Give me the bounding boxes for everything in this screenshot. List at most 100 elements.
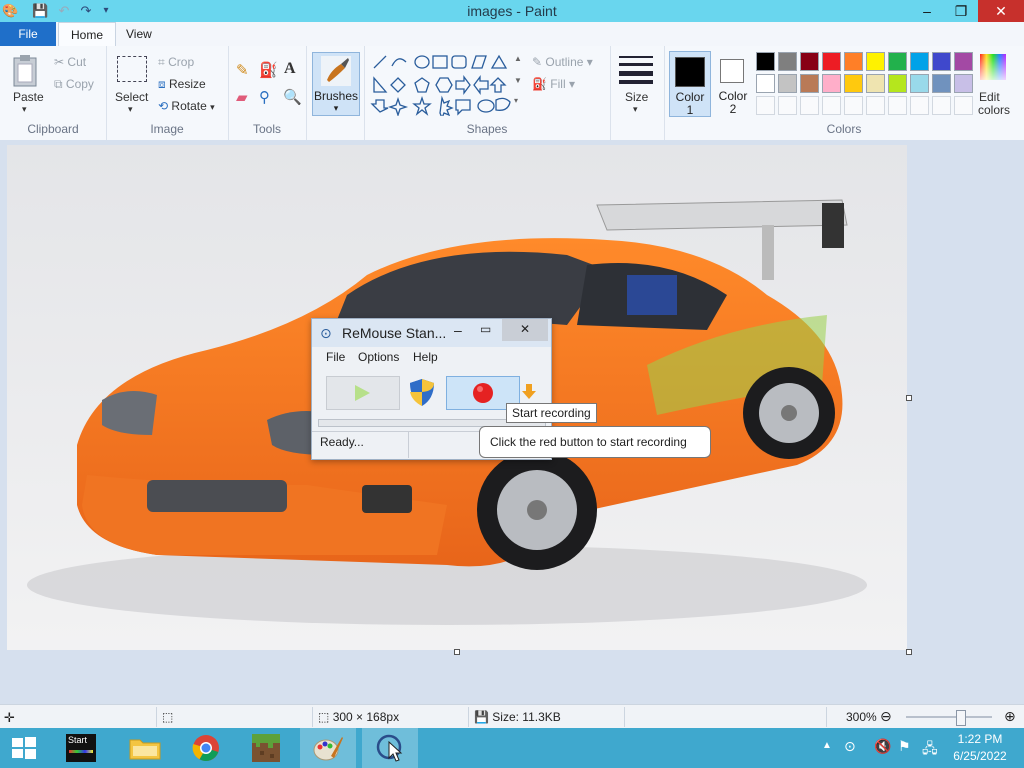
paint-palette-icon [313,737,343,761]
fill-button[interactable]: ⛽ Fill ▾ [532,77,575,91]
remouse-menu-help[interactable]: Help [413,350,438,364]
palette-color-swatch[interactable] [954,52,973,71]
color-picker-icon[interactable]: ⚲ [259,88,270,106]
size-dropdown-icon[interactable]: ▾ [633,104,638,115]
palette-color-swatch[interactable] [932,74,951,93]
fill-bucket-icon[interactable]: ⛽ [259,61,278,79]
zoom-in-button[interactable]: ⊕ [1004,708,1016,725]
taskbar-paint[interactable] [300,728,356,768]
color2-button[interactable]: Color 2 [713,51,753,116]
palette-color-swatch[interactable] [844,74,863,93]
cut-button[interactable]: ✂ Cut [54,55,86,69]
edit-colors-button-line2[interactable]: colors [978,103,1010,117]
tab-view[interactable]: View [114,22,164,46]
palette-empty-swatch[interactable] [800,96,819,115]
palette-empty-swatch[interactable] [910,96,929,115]
palette-empty-swatch[interactable] [954,96,973,115]
restore-button[interactable]: ❐ [944,0,978,22]
zoom-out-button[interactable]: ⊖ [880,708,892,725]
palette-color-swatch[interactable] [756,52,775,71]
show-hidden-icons-button[interactable]: ▲ [822,740,832,751]
close-button[interactable]: ✕ [978,0,1024,22]
paste-dropdown-icon[interactable]: ▾ [22,104,27,115]
shapes-gallery[interactable] [370,54,522,116]
remouse-title-bar[interactable]: ⊙ ReMouse Stan... – ▭ ✕ [312,319,551,347]
palette-color-swatch[interactable] [888,74,907,93]
eraser-icon[interactable]: ▰ [236,88,248,106]
shapes-scroll-down-icon[interactable]: ▼ [514,76,522,85]
palette-empty-swatch[interactable] [756,96,775,115]
palette-color-swatch[interactable] [954,74,973,93]
palette-empty-swatch[interactable] [822,96,841,115]
taskbar-file-explorer[interactable] [118,728,174,768]
palette-color-swatch[interactable] [888,52,907,71]
brushes-button[interactable]: Brushes ▾ [312,52,360,116]
edit-colors-button[interactable]: Edit [979,90,1000,104]
zoom-slider-track[interactable] [906,716,992,718]
palette-color-swatch[interactable] [822,74,841,93]
taskbar-minecraft[interactable] [238,728,294,768]
resize-button[interactable]: ⧈ Resize [158,77,206,92]
rotate-button[interactable]: ⟲ Rotate ▾ [158,99,215,113]
play-button[interactable] [326,376,400,410]
taskbar-chrome[interactable] [178,728,234,768]
shapes-group: ▲ ▼ ▾ ✎ Outline ▾ ⛽ Fill ▾ Shapes [364,46,611,140]
remouse-menu-file[interactable]: File [326,350,345,364]
text-tool-icon[interactable]: A [284,60,296,78]
taskbar-start-tile[interactable]: Start [62,728,118,768]
magnifier-icon[interactable]: 🔍 [283,88,302,106]
canvas-resize-handle-bottom[interactable] [454,649,460,655]
tab-file[interactable]: File [0,22,56,46]
network-icon[interactable]: 🖧 [922,738,938,762]
color1-button[interactable]: Color 1 [669,51,711,117]
copy-button[interactable]: ⧉ Copy [54,77,94,92]
tab-home[interactable]: Home [58,22,117,47]
start-button[interactable] [0,728,48,768]
palette-color-swatch[interactable] [778,52,797,71]
remouse-minimize-button[interactable]: – [454,322,462,338]
palette-color-swatch[interactable] [800,52,819,71]
palette-color-swatch[interactable] [866,74,885,93]
palette-empty-swatch[interactable] [844,96,863,115]
canvas-resize-handle-corner[interactable] [906,649,912,655]
outline-icon: ✎ [532,55,543,69]
select-dropdown-icon[interactable]: ▾ [128,104,133,115]
paste-button[interactable]: Paste [13,90,44,104]
palette-color-swatch[interactable] [910,52,929,71]
taskbar-remouse[interactable] [362,728,418,768]
outline-button[interactable]: ✎ Outline ▾ [532,55,593,69]
zoom-slider-thumb[interactable] [956,710,966,726]
crop-label: Crop [168,55,195,69]
volume-muted-icon[interactable]: 🔇 [874,738,891,755]
size-button[interactable]: Size [625,90,648,104]
disk-icon: 💾 [474,710,489,724]
remouse-tray-icon[interactable]: ⊙ [844,738,856,755]
pencil-icon[interactable]: ✎ [236,61,249,79]
palette-color-swatch[interactable] [932,52,951,71]
crop-button[interactable]: ⌗ Crop [158,55,194,70]
palette-empty-swatch[interactable] [888,96,907,115]
colors-group: Color 1 Color 2 Edit colors Colors [664,46,1024,140]
palette-color-swatch[interactable] [866,52,885,71]
remouse-maximize-button[interactable]: ▭ [480,322,491,336]
shapes-scroll-up-icon[interactable]: ▲ [514,54,522,63]
canvas-resize-handle-right[interactable] [906,395,912,401]
uac-shield-button[interactable] [405,376,439,408]
palette-empty-swatch[interactable] [778,96,797,115]
shapes-more-icon[interactable]: ▾ [514,96,518,105]
palette-color-swatch[interactable] [778,74,797,93]
palette-empty-swatch[interactable] [932,96,951,115]
palette-empty-swatch[interactable] [866,96,885,115]
color1-label: Color [675,90,705,104]
select-button[interactable]: Select [115,90,148,104]
palette-color-swatch[interactable] [756,74,775,93]
action-center-icon[interactable]: ⚑ [898,738,911,755]
palette-color-swatch[interactable] [822,52,841,71]
minimize-button[interactable]: – [910,0,944,22]
palette-color-swatch[interactable] [800,74,819,93]
taskbar-clock[interactable]: 1:22 PM 6/25/2022 [950,732,1010,763]
remouse-close-button[interactable]: ✕ [502,319,548,341]
palette-color-swatch[interactable] [910,74,929,93]
remouse-menu-options[interactable]: Options [358,350,399,364]
palette-color-swatch[interactable] [844,52,863,71]
